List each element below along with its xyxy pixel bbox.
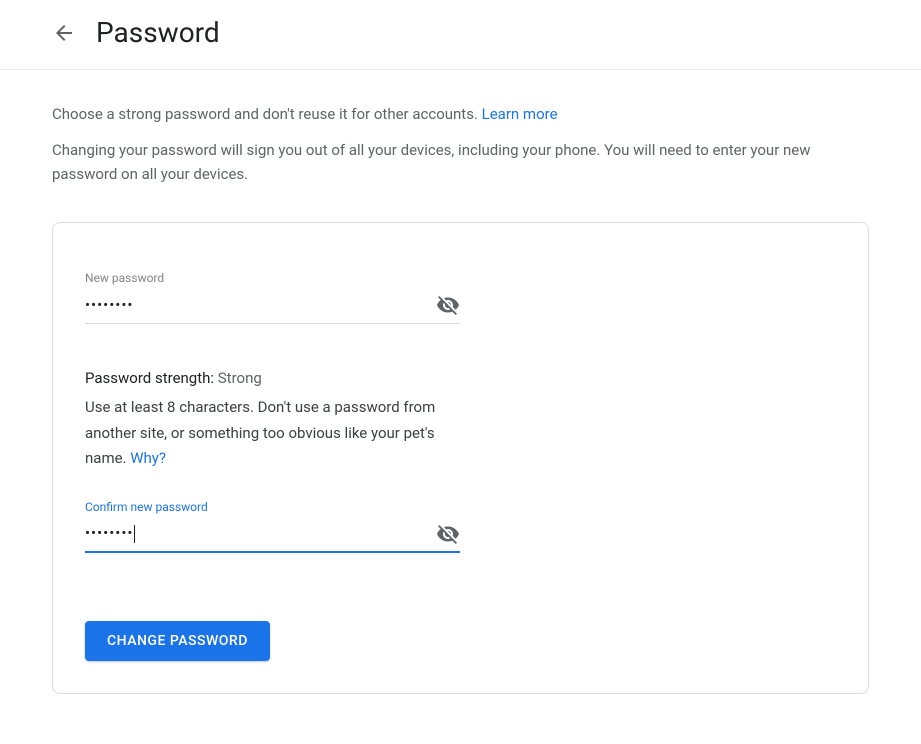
new-password-row: •••••••• bbox=[85, 293, 460, 324]
confirm-password-label: Confirm new password bbox=[85, 500, 460, 514]
page-header: Password bbox=[0, 0, 921, 70]
content-area: Choose a strong password and don't reuse… bbox=[0, 70, 921, 718]
strength-help-text: Use at least 8 characters. Don't use a p… bbox=[85, 395, 460, 472]
page-title: Password bbox=[96, 16, 220, 49]
confirm-password-value: •••••••• bbox=[85, 524, 134, 542]
confirm-password-group: Confirm new password •••••••• bbox=[85, 500, 460, 553]
confirm-password-row: •••••••• bbox=[85, 522, 460, 553]
visibility-off-icon bbox=[436, 522, 460, 546]
new-password-input[interactable]: •••••••• bbox=[85, 296, 436, 314]
arrow-left-icon bbox=[52, 21, 76, 45]
intro-line-1: Choose a strong password and don't reuse… bbox=[52, 102, 869, 126]
visibility-off-icon bbox=[436, 293, 460, 317]
why-link[interactable]: Why? bbox=[130, 449, 166, 467]
strength-value: Strong bbox=[218, 369, 262, 387]
learn-more-link[interactable]: Learn more bbox=[482, 105, 558, 123]
text-caret bbox=[134, 525, 135, 543]
back-button[interactable] bbox=[52, 21, 76, 45]
intro-line-2: Changing your password will sign you out… bbox=[52, 138, 869, 186]
new-password-label: New password bbox=[85, 271, 460, 285]
new-password-group: New password •••••••• bbox=[85, 271, 460, 324]
change-password-button[interactable]: CHANGE PASSWORD bbox=[85, 621, 270, 661]
password-card: New password •••••••• Password strength:… bbox=[52, 222, 869, 694]
toggle-visibility-new[interactable] bbox=[436, 293, 460, 317]
strength-label: Password strength: bbox=[85, 369, 218, 387]
confirm-password-input[interactable]: •••••••• bbox=[85, 524, 436, 543]
strength-section: Password strength: Strong Use at least 8… bbox=[85, 368, 460, 472]
intro-text-1: Choose a strong password and don't reuse… bbox=[52, 105, 482, 123]
toggle-visibility-confirm[interactable] bbox=[436, 522, 460, 546]
